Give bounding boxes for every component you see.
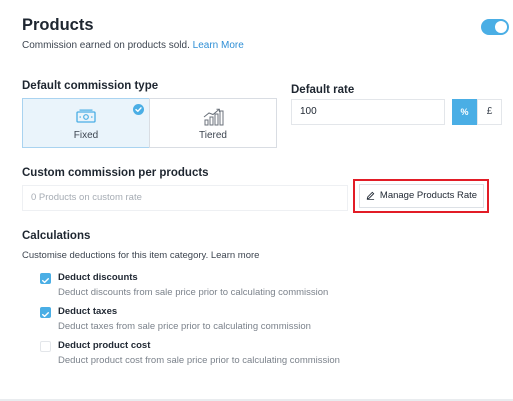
deduct-taxes-label: Deduct taxes	[58, 306, 118, 317]
pencil-icon	[366, 191, 375, 200]
calculations-title: Calculations	[22, 230, 91, 242]
page-subtitle: Commission earned on products sold. Lear…	[22, 40, 244, 51]
check-icon	[133, 104, 144, 115]
deduct-discounts-label: Deduct discounts	[58, 272, 138, 283]
page-title: Products	[22, 16, 94, 34]
subtitle-text: Commission earned on products sold.	[22, 40, 190, 51]
banknote-icon	[76, 109, 96, 123]
unit-percent-button[interactable]: %	[452, 99, 477, 125]
check-icon	[42, 312, 49, 318]
commission-type-tiered[interactable]: Tiered	[149, 98, 277, 148]
custom-commission-label: Custom commission per products	[22, 167, 209, 179]
products-toggle[interactable]	[481, 19, 509, 35]
unit-pound-button[interactable]: £	[477, 99, 502, 125]
deduct-product-cost-label: Deduct product cost	[58, 340, 151, 351]
calculations-subtitle: Customise deductions for this item categ…	[22, 250, 260, 261]
bar-chart-growth-icon	[203, 108, 224, 126]
commission-type-fixed[interactable]: Fixed	[22, 98, 150, 148]
learn-more-link[interactable]: Learn More	[193, 40, 244, 51]
deduct-product-cost-checkbox[interactable]	[40, 341, 51, 352]
deduct-discounts-checkbox[interactable]	[40, 273, 51, 284]
deduct-product-cost-desc: Deduct product cost from sale price prio…	[58, 355, 340, 366]
tiered-label: Tiered	[199, 130, 227, 141]
deduct-taxes-checkbox[interactable]	[40, 307, 51, 318]
custom-rate-input[interactable]: 0 Products on custom rate	[22, 185, 348, 211]
manage-button-label: Manage Products Rate	[379, 190, 478, 201]
default-rate-label: Default rate	[291, 84, 355, 96]
deduct-discounts-desc: Deduct discounts from sale price prior t…	[58, 287, 329, 298]
manage-products-rate-button[interactable]: Manage Products Rate	[359, 184, 484, 208]
default-rate-input[interactable]: 100	[291, 99, 445, 125]
deduct-taxes-desc: Deduct taxes from sale price prior to ca…	[58, 321, 311, 332]
commission-type-label: Default commission type	[22, 80, 159, 92]
fixed-label: Fixed	[73, 130, 99, 141]
toggle-knob	[495, 21, 507, 33]
check-icon	[42, 278, 49, 284]
